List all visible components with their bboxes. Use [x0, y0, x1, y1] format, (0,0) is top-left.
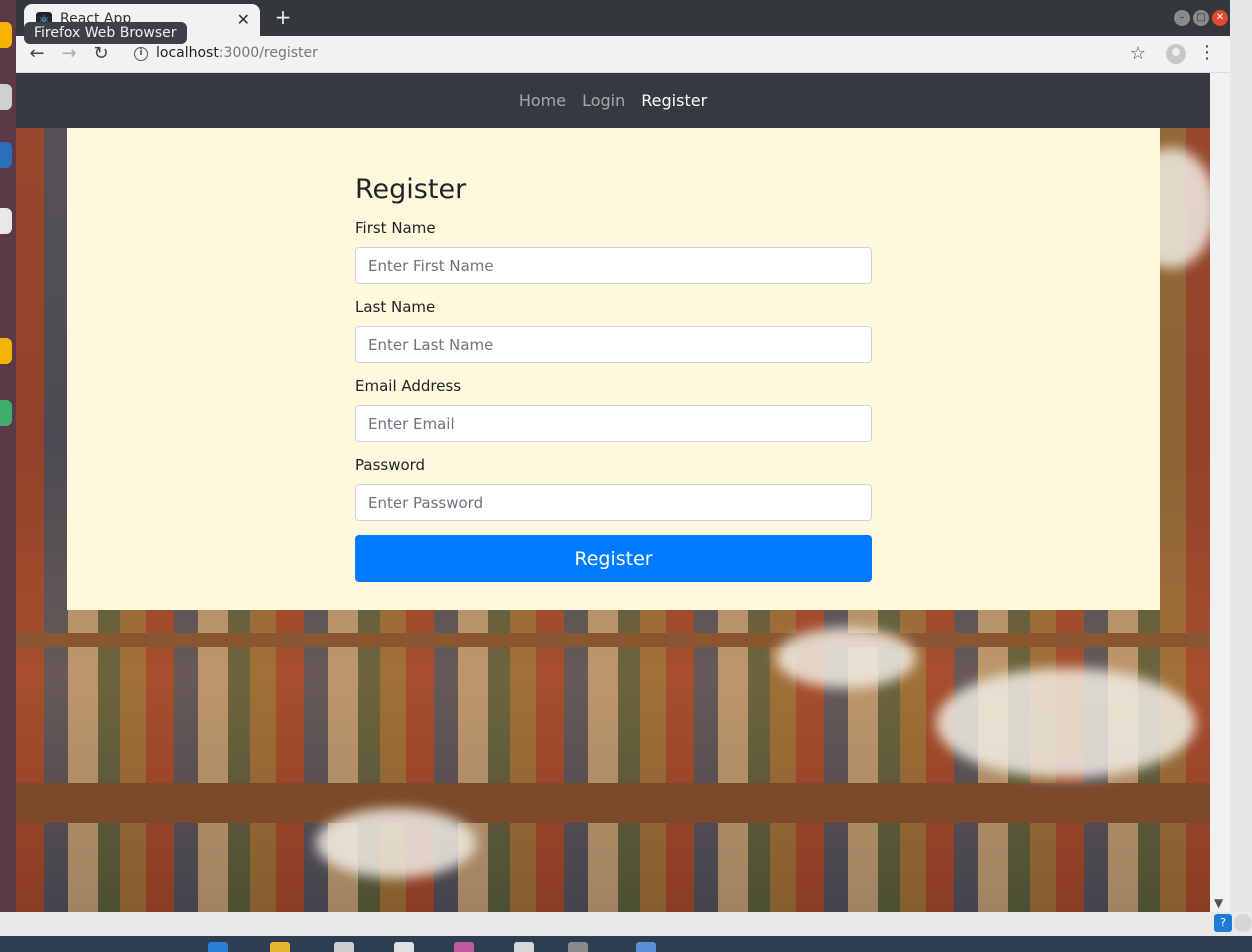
taskbar-app-icon[interactable]: [454, 942, 474, 952]
taskbar-app-icon[interactable]: [208, 942, 228, 952]
password-input[interactable]: [355, 484, 872, 521]
profile-avatar-icon[interactable]: [1166, 44, 1186, 64]
page-scrollbar[interactable]: ▼: [1210, 73, 1230, 912]
password-group: Password: [355, 456, 872, 521]
help-icon[interactable]: ?: [1214, 914, 1232, 932]
scroll-down-icon[interactable]: ▼: [1214, 896, 1223, 910]
first-name-group: First Name: [355, 219, 872, 284]
nav-link-home[interactable]: Home: [519, 91, 566, 110]
desktop-right-strip: [1230, 0, 1252, 912]
system-tray-icon[interactable]: [1234, 914, 1252, 932]
register-card: Register First Name Last Name Email Addr…: [67, 128, 1160, 610]
form-title: Register: [355, 174, 467, 205]
url-host: localhost: [156, 45, 219, 61]
launcher-app-icon[interactable]: [0, 208, 12, 234]
address-bar[interactable]: localhost:3000/register: [156, 45, 318, 61]
bookmark-star-icon[interactable]: ☆: [1130, 43, 1146, 64]
cloud-decoration: [316, 808, 476, 878]
last-name-input[interactable]: [355, 326, 872, 363]
reload-icon[interactable]: ↻: [90, 43, 112, 65]
close-tab-icon[interactable]: ✕: [237, 10, 250, 29]
tooltip: Firefox Web Browser: [24, 22, 187, 44]
email-input[interactable]: [355, 405, 872, 442]
desktop-launcher: [0, 0, 16, 952]
cloud-decoration: [936, 668, 1196, 778]
desktop-status-bar: ?: [0, 912, 1252, 936]
browser-window: ⚛ React App ✕ + Firefox Web Browser – □ …: [16, 0, 1230, 912]
taskbar: [0, 936, 1252, 952]
close-window-icon[interactable]: ✕: [1212, 10, 1228, 26]
first-name-input[interactable]: [355, 247, 872, 284]
cloud-decoration: [776, 628, 916, 688]
email-label: Email Address: [355, 377, 462, 395]
shelf-board: [16, 633, 1210, 647]
taskbar-folder-icon[interactable]: [270, 942, 290, 952]
launcher-app-icon[interactable]: [0, 84, 12, 110]
minimize-icon[interactable]: –: [1174, 10, 1190, 26]
password-label: Password: [355, 456, 426, 474]
taskbar-app-icon[interactable]: [568, 942, 588, 952]
new-tab-button[interactable]: +: [272, 6, 294, 28]
browser-toolbar: ← → ↻ i localhost:3000/register ☆ ⋮: [16, 36, 1230, 73]
taskbar-app-icon[interactable]: [514, 942, 534, 952]
tab-strip: ⚛ React App ✕ + Firefox Web Browser – □ …: [16, 0, 1230, 44]
shelf-board: [16, 783, 1210, 823]
taskbar-app-icon[interactable]: [334, 942, 354, 952]
first-name-label: First Name: [355, 219, 436, 237]
forward-arrow-icon[interactable]: →: [58, 43, 80, 65]
page-viewport: Home Login Register Register First Name …: [16, 73, 1210, 912]
nav-link-register[interactable]: Register: [641, 91, 707, 110]
maximize-icon[interactable]: □: [1193, 10, 1209, 26]
top-navbar: Home Login Register: [16, 73, 1210, 128]
back-arrow-icon[interactable]: ←: [26, 43, 48, 65]
email-group: Email Address: [355, 377, 872, 442]
nav-links: Home Login Register: [16, 73, 1210, 128]
register-submit-button[interactable]: Register: [355, 535, 872, 582]
url-path: :3000/register: [218, 45, 318, 61]
window-controls: – □ ✕: [1174, 10, 1228, 26]
taskbar-app-icon[interactable]: [636, 942, 656, 952]
last-name-label: Last Name: [355, 298, 436, 316]
info-icon[interactable]: i: [134, 47, 148, 61]
launcher-app-icon[interactable]: [0, 400, 12, 426]
launcher-app-icon[interactable]: [0, 22, 12, 48]
launcher-app-icon[interactable]: [0, 142, 12, 168]
kebab-menu-icon[interactable]: ⋮: [1198, 42, 1216, 63]
nav-link-login[interactable]: Login: [582, 91, 625, 110]
taskbar-app-icon[interactable]: [394, 942, 414, 952]
register-form: Register First Name Last Name Email Addr…: [355, 174, 872, 582]
last-name-group: Last Name: [355, 298, 872, 363]
launcher-app-icon[interactable]: [0, 338, 12, 364]
